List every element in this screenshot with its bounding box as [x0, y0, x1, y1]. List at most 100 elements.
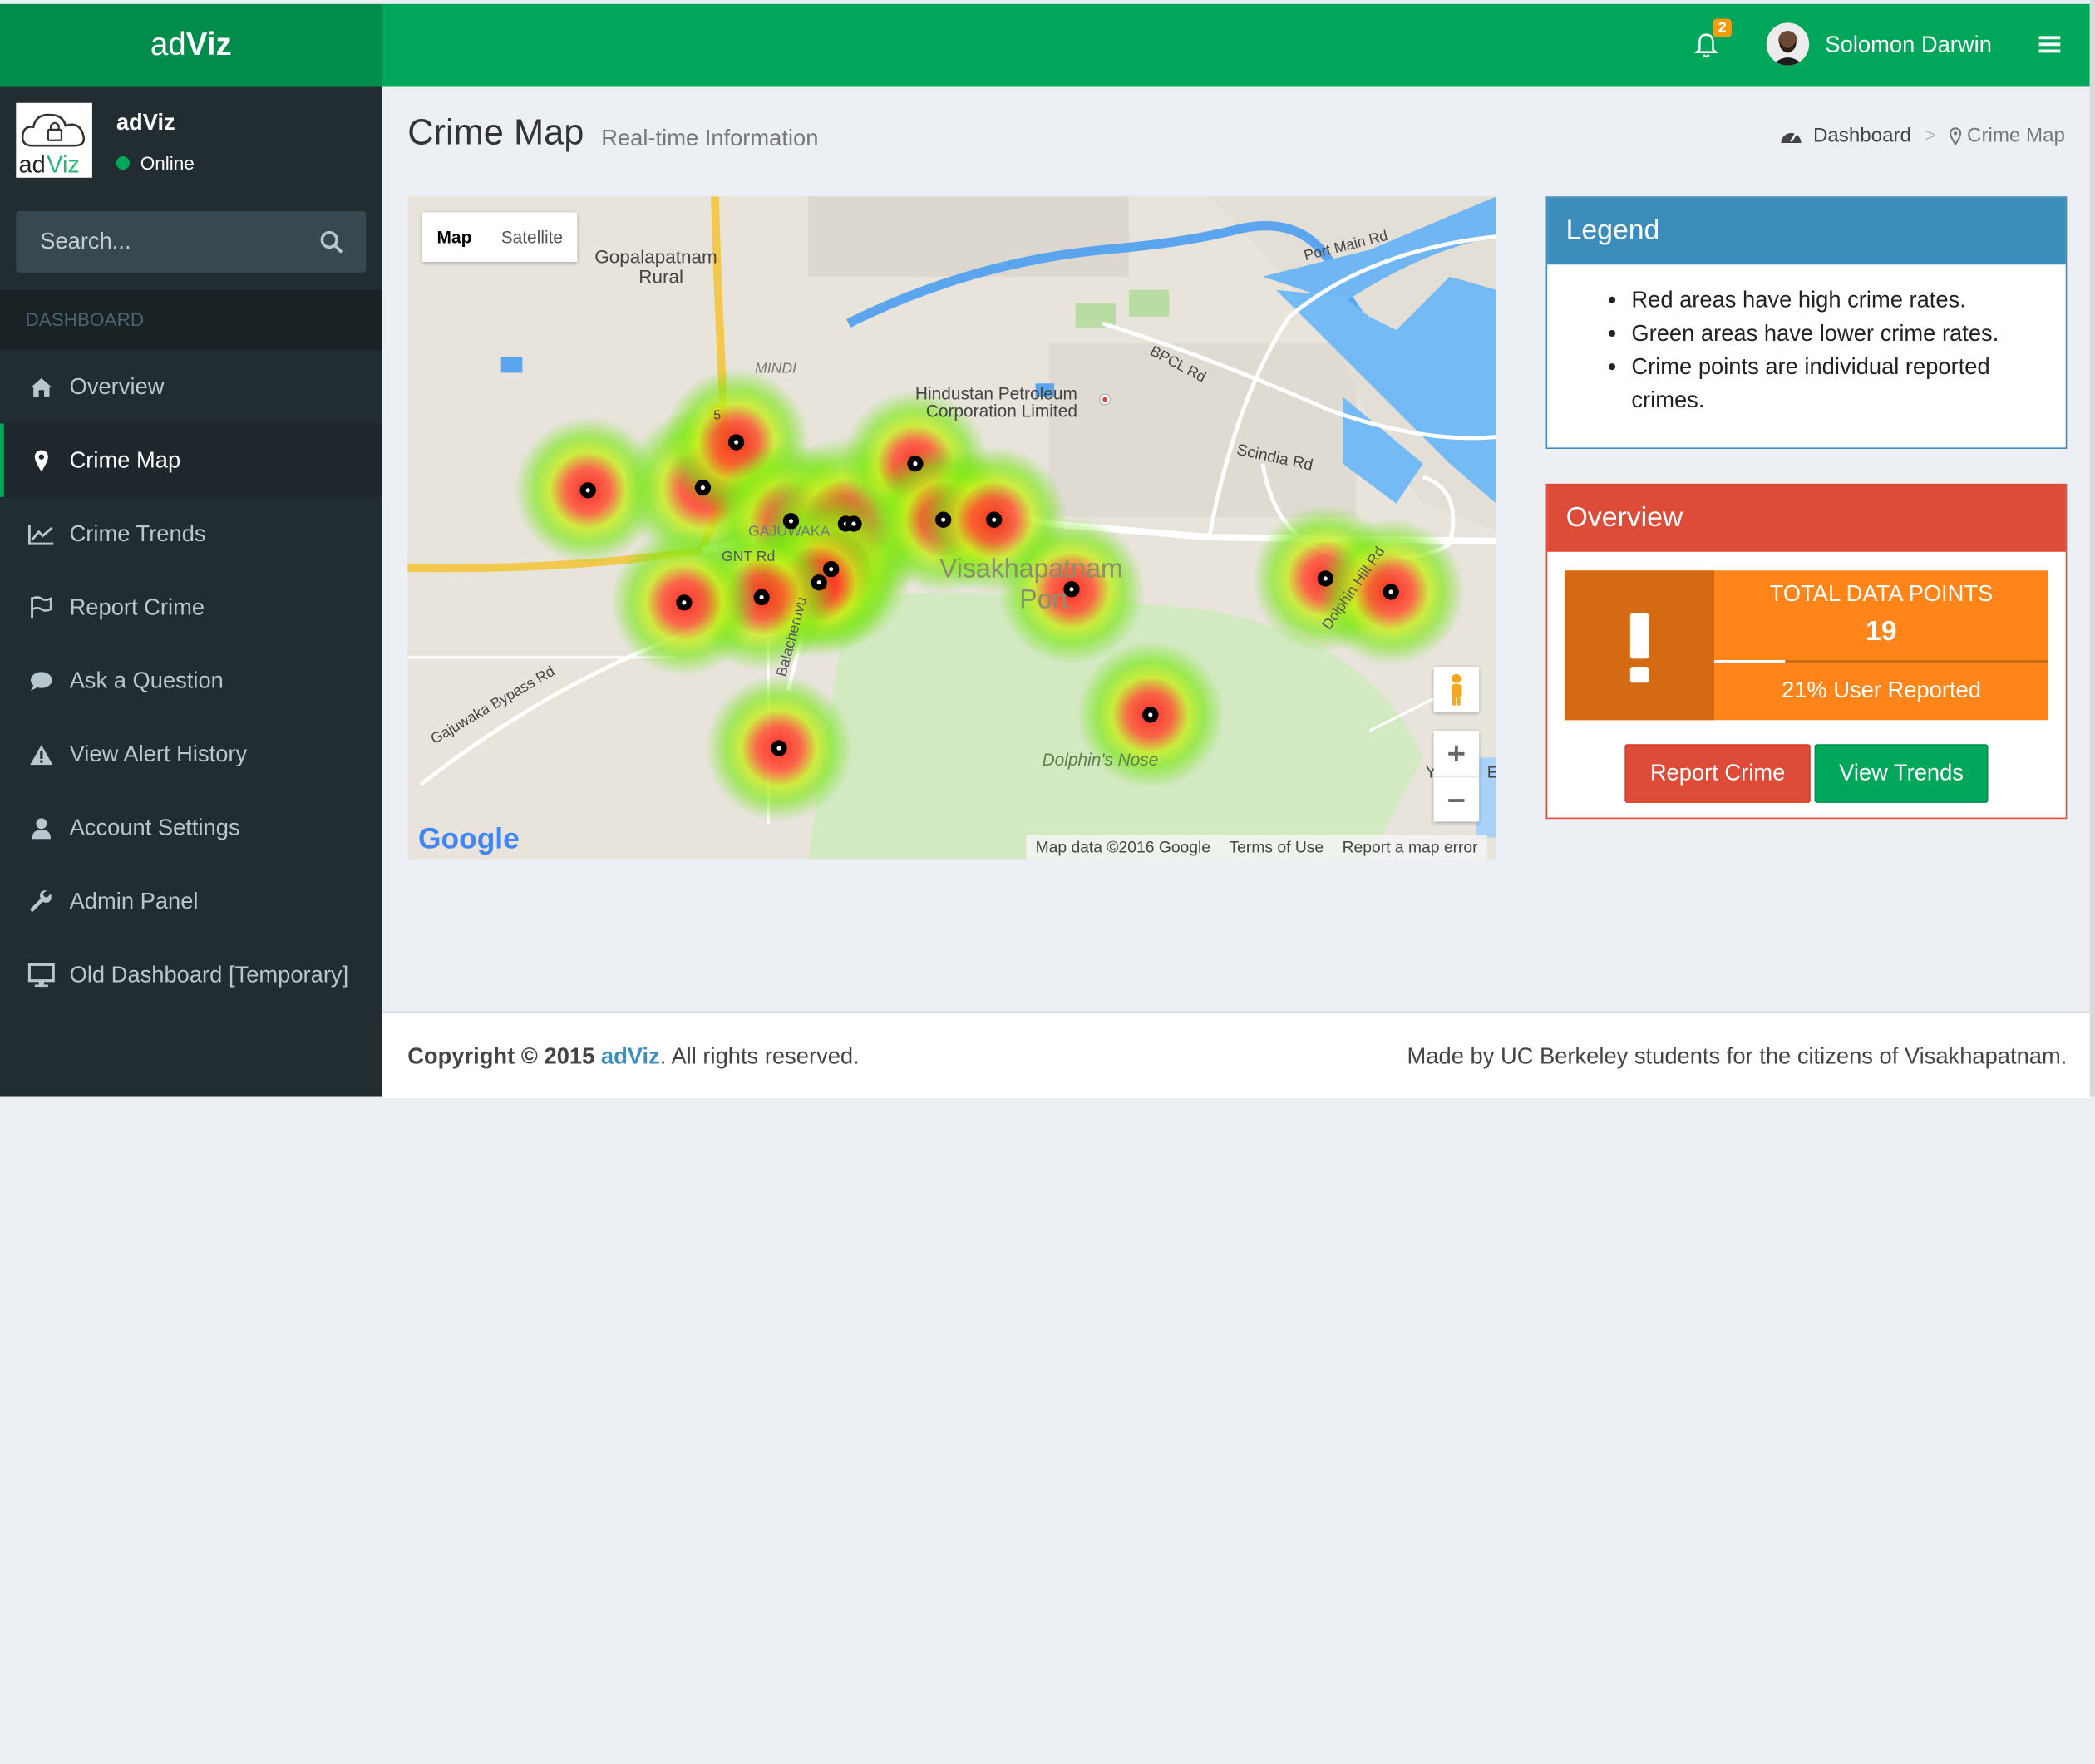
sidebar-section-header: DASHBOARD	[0, 289, 382, 351]
page-title: Crime Map	[407, 112, 584, 153]
flag-icon	[28, 594, 55, 620]
legend-item: Green areas have lower crime rates.	[1631, 317, 2065, 350]
made-by: Made by UC Berkeley students for the cit…	[1407, 1043, 2068, 1069]
zoom-control	[1433, 731, 1480, 823]
home-icon	[28, 373, 55, 400]
user-icon	[28, 815, 55, 841]
search-icon[interactable]	[318, 229, 345, 255]
legend-item: Crime points are individual reported cri…	[1631, 350, 2065, 416]
report-map-error-link[interactable]: Report a map error	[1333, 838, 1486, 857]
crime-heatmap[interactable]: Gopalapatnam Rural MINDI Hindustan Petro…	[407, 196, 1497, 860]
copyright-prefix: Copyright © 2015	[407, 1043, 595, 1069]
label-gnt-rd: GNT Rd	[722, 548, 775, 564]
label-rural: Rural	[638, 267, 683, 288]
map-data-credit: Map data ©2016 Google	[1035, 837, 1211, 857]
zoom-in-icon[interactable]	[1434, 731, 1480, 776]
panel-user-name: adViz	[116, 109, 175, 136]
label-route-5: 5	[713, 408, 721, 423]
line-chart-icon	[27, 520, 55, 547]
notification-badge: 2	[1713, 18, 1733, 38]
info-box-label: TOTAL DATA POINTS	[1769, 581, 1994, 607]
breadcrumb-current: Crime Map	[1967, 124, 2065, 147]
sidebar-item-old-dashboard[interactable]: Old Dashboard [Temporary]	[0, 938, 382, 1011]
map-marker-icon	[1950, 126, 1962, 145]
crime-point	[907, 456, 924, 472]
sidebar-menu: Overview Crime Map Crime Trends Report C…	[0, 350, 382, 1012]
legend-list: Red areas have high crime rates. Green a…	[1547, 283, 2066, 417]
overview-title: Overview	[1547, 485, 2066, 552]
crime-point	[935, 511, 952, 528]
crime-point	[823, 561, 840, 578]
legend-item: Red areas have high crime rates.	[1631, 283, 2065, 317]
sidebar-item-label: Crime Map	[69, 446, 181, 473]
online-label: Online	[140, 152, 195, 174]
adviz-logo-image: ad Viz	[16, 102, 92, 178]
warning-icon	[28, 741, 55, 767]
sidebar-item-alert-history[interactable]: View Alert History	[0, 717, 382, 791]
avatar[interactable]	[1766, 22, 1810, 66]
crime-point	[1317, 570, 1333, 587]
crime-point	[676, 594, 693, 611]
dashboard-gauge-icon	[1781, 132, 1802, 143]
sidebar-search	[16, 210, 367, 273]
brand-logo[interactable]: ad Viz	[0, 3, 382, 87]
map-type-satellite-button[interactable]: Satellite	[486, 213, 578, 262]
hamburger-menu-icon[interactable]	[2036, 31, 2063, 57]
label-mindi: MINDI	[755, 359, 796, 376]
map-canvas: Gopalapatnam Rural MINDI Hindustan Petro…	[407, 196, 1497, 860]
map-marker-icon	[28, 447, 55, 474]
label-edge-e: E	[1487, 764, 1496, 781]
user-panel: ad Viz adViz Online	[0, 86, 382, 194]
sidebar-item-crime-map[interactable]: Crime Map	[0, 423, 382, 497]
crime-point	[1063, 581, 1080, 598]
crime-point	[727, 434, 745, 451]
report-crime-button[interactable]: Report Crime	[1624, 744, 1811, 803]
sidebar-item-label: Report Crime	[69, 594, 205, 619]
sidebar-item-label: Account Settings	[69, 814, 240, 840]
wrench-icon	[28, 888, 55, 914]
overview-box: Overview TOTAL DATA POINTS 19 21% User R…	[1545, 483, 2068, 820]
sidebar-item-crime-trends[interactable]: Crime Trends	[0, 497, 382, 570]
sidebar-item-label: Admin Panel	[69, 887, 199, 914]
sidebar-item-ask-question[interactable]: Ask a Question	[0, 644, 382, 717]
crime-point	[753, 589, 770, 606]
crime-point	[1383, 584, 1399, 600]
legend-title: Legend	[1547, 197, 2066, 265]
label-visakhapatnam: Visakhapatnam	[939, 553, 1123, 583]
comment-icon	[28, 668, 55, 694]
exclamation-icon	[1565, 570, 1715, 721]
window-edge	[2089, 0, 2095, 1097]
sidebar-item-label: Overview	[69, 373, 165, 399]
sidebar-item-label: Crime Trends	[69, 520, 206, 546]
view-trends-button[interactable]: View Trends	[1814, 744, 1989, 803]
online-dot-icon	[116, 156, 130, 170]
crime-point	[579, 482, 596, 499]
footer-brand-link[interactable]: adViz	[601, 1043, 660, 1069]
map-type-map-button[interactable]: Map	[422, 213, 486, 262]
svg-text:Viz: Viz	[47, 151, 80, 177]
progress-fill	[1714, 659, 1785, 663]
user-reported-progress	[1714, 659, 2048, 663]
logo-bold: Viz	[185, 27, 232, 63]
zoom-out-icon[interactable]	[1433, 776, 1480, 823]
label-hindustan-1: Hindustan Petroleum	[915, 385, 1077, 404]
terms-of-use-link[interactable]: Terms of Use	[1220, 838, 1333, 857]
desktop-icon	[27, 961, 55, 988]
sidebar-item-label: View Alert History	[69, 741, 248, 766]
page-footer: Copyright © 2015 adViz. All rights reser…	[382, 1011, 2090, 1099]
sidebar-item-admin-panel[interactable]: Admin Panel	[0, 865, 382, 938]
sidebar-item-overview[interactable]: Overview	[0, 350, 382, 423]
info-box-number: 19	[1866, 615, 1897, 647]
sidebar-item-label: Old Dashboard [Temporary]	[69, 961, 349, 987]
sidebar-item-account-settings[interactable]: Account Settings	[0, 791, 382, 864]
label-port: Port	[1019, 584, 1068, 613]
crime-point	[986, 511, 1003, 528]
crime-point	[694, 479, 712, 496]
breadcrumb-home[interactable]: Dashboard	[1813, 124, 1911, 146]
user-name[interactable]: Solomon Darwin	[1825, 32, 1991, 59]
map-attribution: Map data ©2016 Google Terms of Use Repor…	[1026, 835, 1487, 860]
street-view-pegman-icon[interactable]	[1433, 666, 1480, 712]
search-input[interactable]	[16, 210, 321, 273]
crime-point	[1142, 707, 1159, 723]
sidebar-item-report-crime[interactable]: Report Crime	[0, 570, 382, 643]
